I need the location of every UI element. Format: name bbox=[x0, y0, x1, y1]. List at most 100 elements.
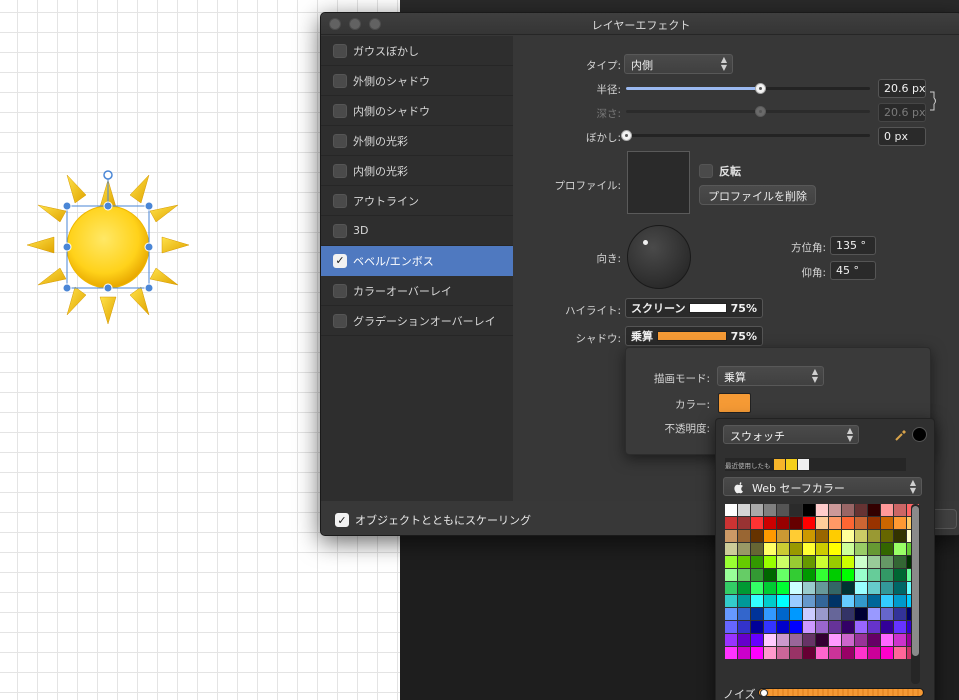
palette-swatch[interactable] bbox=[764, 582, 776, 594]
palette-swatch[interactable] bbox=[855, 634, 867, 646]
palette-swatch[interactable] bbox=[725, 595, 737, 607]
palette-swatch[interactable] bbox=[803, 647, 815, 659]
palette-swatch[interactable] bbox=[842, 621, 854, 633]
palette-swatch[interactable] bbox=[790, 556, 802, 568]
profile-preview[interactable] bbox=[627, 151, 690, 214]
palette-swatch[interactable] bbox=[881, 543, 893, 555]
palette-swatch[interactable] bbox=[868, 569, 880, 581]
sun-object[interactable] bbox=[20, 165, 200, 335]
invert-checkbox-row[interactable]: 反転 bbox=[699, 163, 741, 179]
palette-swatch[interactable] bbox=[751, 608, 763, 620]
palette-swatch[interactable] bbox=[738, 634, 750, 646]
palette-swatch[interactable] bbox=[842, 634, 854, 646]
palette-swatch[interactable] bbox=[881, 582, 893, 594]
palette-swatch[interactable] bbox=[790, 517, 802, 529]
palette-swatch[interactable] bbox=[881, 530, 893, 542]
palette-swatch[interactable] bbox=[751, 582, 763, 594]
palette-swatch[interactable] bbox=[894, 556, 906, 568]
effect-item[interactable]: 3D bbox=[321, 216, 513, 246]
color-well[interactable] bbox=[718, 393, 751, 413]
palette-swatch[interactable] bbox=[855, 608, 867, 620]
depth-value-field[interactable]: 20.6 px bbox=[878, 103, 926, 122]
palette-swatch[interactable] bbox=[816, 582, 828, 594]
invert-checkbox[interactable] bbox=[699, 164, 713, 178]
scale-with-object-checkbox[interactable]: ✓ bbox=[335, 513, 349, 527]
palette-swatch[interactable] bbox=[803, 634, 815, 646]
palette-swatch[interactable] bbox=[894, 595, 906, 607]
palette-swatch[interactable] bbox=[725, 569, 737, 581]
palette-swatch[interactable] bbox=[725, 634, 737, 646]
palette-swatch[interactable] bbox=[764, 504, 776, 516]
palette-swatch[interactable] bbox=[751, 556, 763, 568]
palette-swatch[interactable] bbox=[881, 504, 893, 516]
blur-slider[interactable] bbox=[621, 130, 870, 141]
palette-swatch[interactable] bbox=[738, 621, 750, 633]
blur-value-field[interactable]: 0 px bbox=[878, 127, 926, 146]
palette-swatch[interactable] bbox=[842, 543, 854, 555]
palette-swatch[interactable] bbox=[881, 608, 893, 620]
palette-swatch[interactable] bbox=[894, 608, 906, 620]
palette-swatch[interactable] bbox=[790, 504, 802, 516]
radius-slider-knob[interactable] bbox=[755, 83, 767, 94]
palette-swatch[interactable] bbox=[790, 608, 802, 620]
palette-swatch[interactable] bbox=[790, 582, 802, 594]
palette-swatch[interactable] bbox=[894, 530, 906, 542]
effect-item[interactable]: 外側の光彩 bbox=[321, 126, 513, 156]
palette-swatch[interactable] bbox=[894, 621, 906, 633]
palette-swatch[interactable] bbox=[868, 647, 880, 659]
palette-select[interactable]: Web セーフカラー ▲ ▼ bbox=[723, 477, 922, 496]
radius-slider[interactable] bbox=[626, 83, 870, 94]
palette-swatch[interactable] bbox=[881, 569, 893, 581]
effect-checkbox[interactable] bbox=[333, 283, 347, 298]
highlight-color-swatch[interactable] bbox=[689, 303, 727, 313]
palette-swatch[interactable] bbox=[751, 517, 763, 529]
title-bar[interactable]: レイヤーエフェクト bbox=[321, 13, 959, 35]
recent-color-swatch[interactable] bbox=[797, 459, 809, 470]
palette-swatch[interactable] bbox=[868, 595, 880, 607]
palette-swatch[interactable] bbox=[777, 569, 789, 581]
palette-swatch[interactable] bbox=[751, 595, 763, 607]
noise-slider[interactable] bbox=[758, 688, 924, 697]
palette-scrollbar[interactable] bbox=[911, 504, 920, 684]
blend-mode-select[interactable]: 乗算 ▲ ▼ bbox=[717, 366, 824, 386]
delete-profile-button[interactable]: プロファイルを削除 bbox=[699, 185, 816, 205]
palette-swatch[interactable] bbox=[894, 569, 906, 581]
effect-item[interactable]: アウトライン bbox=[321, 186, 513, 216]
palette-swatch[interactable] bbox=[725, 517, 737, 529]
palette-swatch[interactable] bbox=[790, 621, 802, 633]
palette-swatch[interactable] bbox=[868, 504, 880, 516]
palette-swatch[interactable] bbox=[738, 608, 750, 620]
palette-swatch[interactable] bbox=[829, 543, 841, 555]
palette-swatch[interactable] bbox=[751, 621, 763, 633]
palette-swatch[interactable] bbox=[764, 595, 776, 607]
recent-color-swatch[interactable] bbox=[785, 459, 797, 470]
palette-swatch[interactable] bbox=[842, 569, 854, 581]
palette-swatch[interactable] bbox=[777, 504, 789, 516]
palette-swatch[interactable] bbox=[829, 504, 841, 516]
palette-swatch[interactable] bbox=[764, 647, 776, 659]
effect-checkbox[interactable] bbox=[333, 163, 347, 178]
palette-swatch[interactable] bbox=[738, 595, 750, 607]
palette-swatch[interactable] bbox=[829, 647, 841, 659]
palette-swatch[interactable] bbox=[829, 621, 841, 633]
palette-swatch[interactable] bbox=[829, 582, 841, 594]
noise-slider-knob[interactable] bbox=[760, 689, 768, 697]
palette-swatch[interactable] bbox=[829, 517, 841, 529]
palette-swatch[interactable] bbox=[816, 608, 828, 620]
palette-swatch[interactable] bbox=[803, 582, 815, 594]
palette-swatch[interactable] bbox=[881, 647, 893, 659]
palette-swatch[interactable] bbox=[777, 608, 789, 620]
palette-swatch[interactable] bbox=[842, 517, 854, 529]
palette-swatch[interactable] bbox=[842, 608, 854, 620]
palette-swatch[interactable] bbox=[816, 504, 828, 516]
palette-swatch[interactable] bbox=[855, 647, 867, 659]
palette-swatch[interactable] bbox=[816, 569, 828, 581]
palette-swatch[interactable] bbox=[829, 608, 841, 620]
palette-swatch[interactable] bbox=[816, 530, 828, 542]
palette-swatch[interactable] bbox=[725, 556, 737, 568]
palette-swatch[interactable] bbox=[725, 530, 737, 542]
palette-swatch[interactable] bbox=[725, 504, 737, 516]
palette-swatch[interactable] bbox=[751, 504, 763, 516]
palette-swatch[interactable] bbox=[855, 582, 867, 594]
palette-swatch[interactable] bbox=[764, 543, 776, 555]
